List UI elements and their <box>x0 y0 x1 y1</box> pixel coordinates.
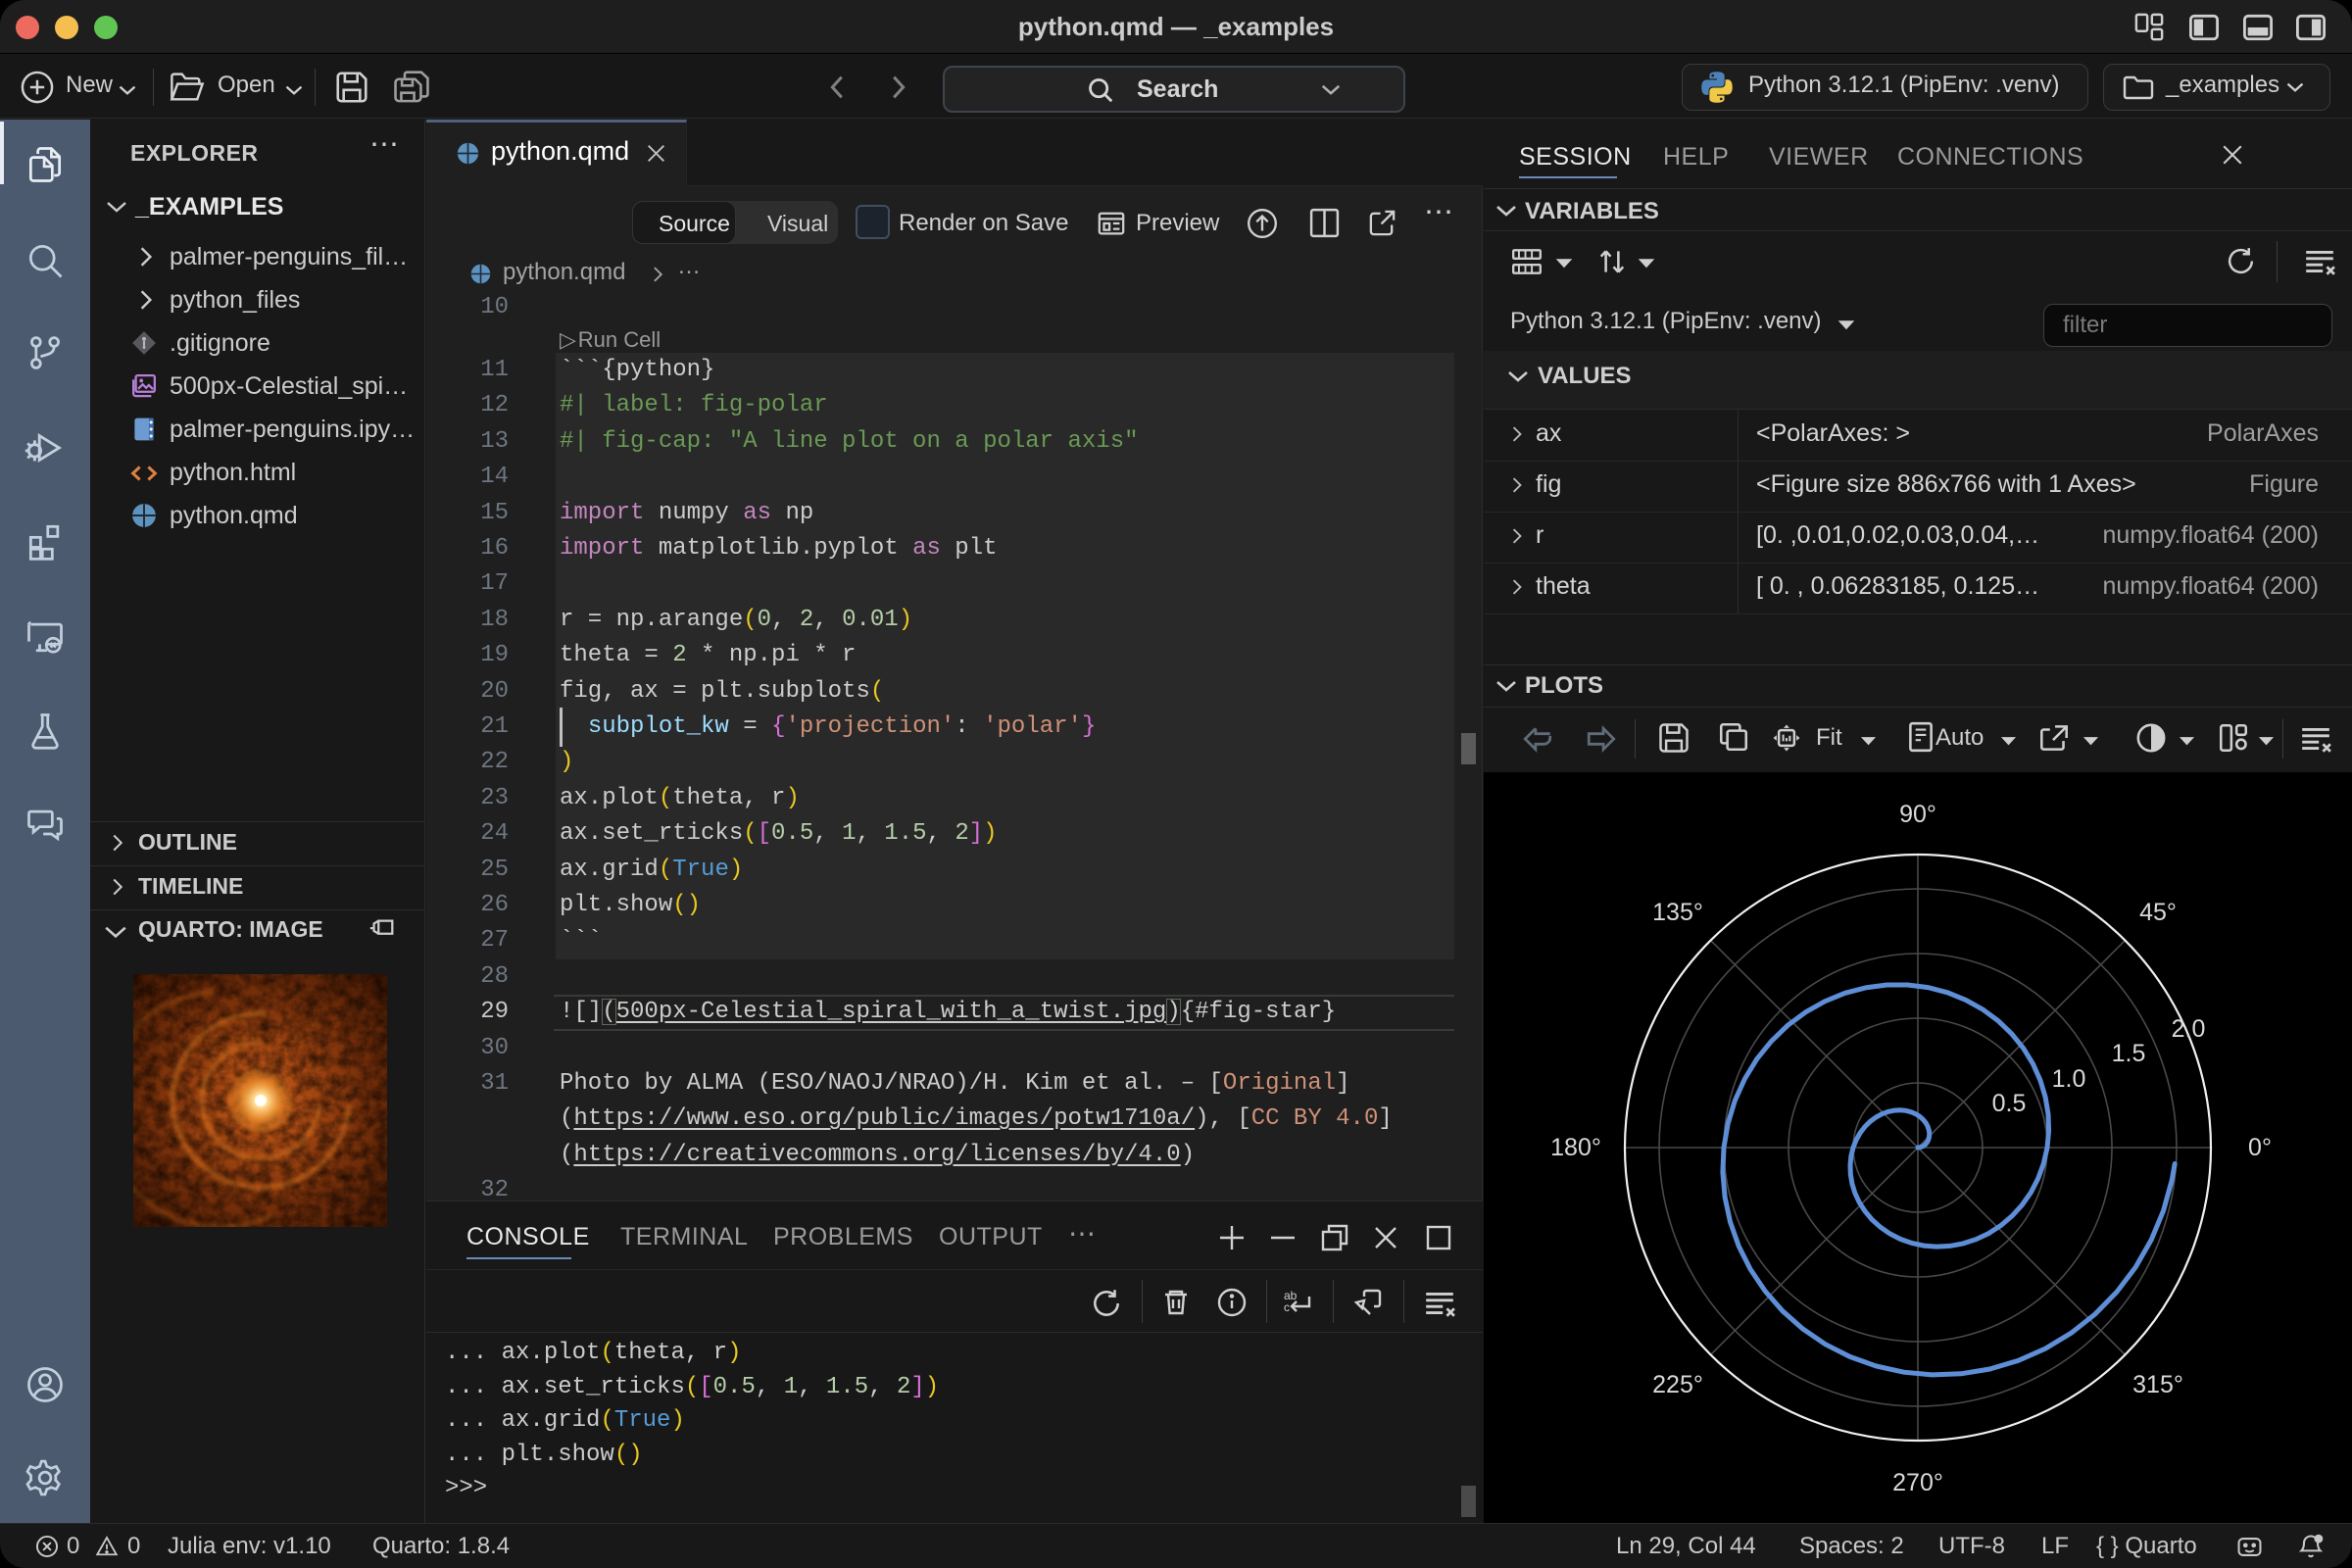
svg-text:1.5: 1.5 <box>2112 1040 2146 1067</box>
svg-text:0.5: 0.5 <box>1992 1090 2027 1117</box>
svg-text:315°: 315° <box>2132 1371 2183 1398</box>
svg-text:0°: 0° <box>2248 1134 2272 1161</box>
svg-text:225°: 225° <box>1652 1371 1703 1398</box>
svg-text:2.0: 2.0 <box>2172 1015 2206 1043</box>
svg-text:135°: 135° <box>1652 899 1703 926</box>
svg-text:270°: 270° <box>1892 1469 1943 1496</box>
svg-text:c: c <box>1284 1300 1290 1314</box>
svg-text:180°: 180° <box>1550 1134 1601 1161</box>
svg-text:1.0: 1.0 <box>2052 1065 2086 1093</box>
svg-text:90°: 90° <box>1899 801 1936 828</box>
svg-text:45°: 45° <box>2139 899 2177 926</box>
